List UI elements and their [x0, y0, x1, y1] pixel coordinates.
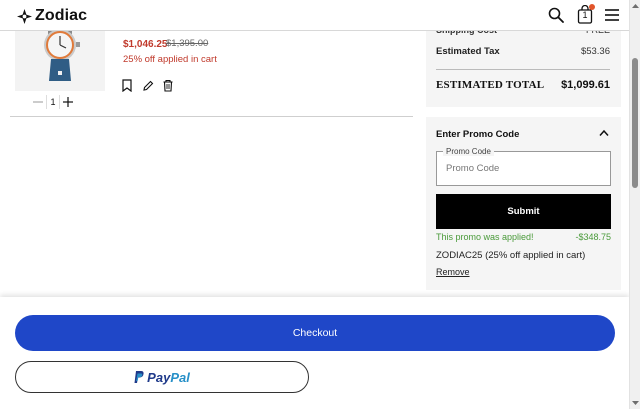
order-summary: Shipping Cost FREE Estimated Tax $53.36 …: [426, 25, 621, 107]
sale-price: $1,046.25: [123, 39, 168, 50]
brand-name: Zodiac: [35, 7, 88, 24]
quantity-value[interactable]: 1: [46, 95, 60, 109]
paypal-button[interactable]: PayPal: [15, 361, 309, 393]
summary-divider: [436, 69, 610, 70]
scrollbar-thumb[interactable]: [632, 58, 638, 188]
site-header: Zodiac 1: [0, 0, 629, 31]
total-value: $1,099.61: [561, 79, 610, 91]
paypal-text-pay: Pay: [147, 369, 171, 385]
scroll-down-arrow-icon[interactable]: [632, 400, 639, 406]
scroll-up-arrow-icon[interactable]: [632, 3, 639, 9]
paypal-logo: PayPal: [134, 370, 190, 385]
promo-code-input[interactable]: [446, 163, 596, 174]
bag-count-badge: 1: [582, 10, 588, 20]
plus-icon[interactable]: [60, 95, 76, 109]
original-price: $1,395.00: [166, 38, 209, 49]
search-icon[interactable]: [548, 7, 564, 23]
bookmark-icon[interactable]: [121, 79, 133, 92]
menu-icon[interactable]: [604, 7, 620, 23]
item-divider: [10, 116, 413, 117]
checkout-actions-bar: Checkout PayPal: [0, 297, 629, 409]
tax-label: Estimated Tax: [436, 46, 500, 57]
product-image[interactable]: [15, 31, 105, 91]
promo-applied-row: This promo was applied! -$348.75: [436, 232, 611, 242]
checkout-button[interactable]: Checkout: [15, 315, 615, 351]
chevron-up-icon[interactable]: [599, 129, 609, 137]
quantity-stepper: 1: [30, 95, 76, 109]
page-scrollbar[interactable]: [629, 0, 640, 409]
bag-notification-dot: [589, 4, 595, 10]
promo-applied-note: 25% off applied in cart: [123, 54, 217, 65]
minus-icon[interactable]: [30, 95, 46, 109]
promo-applied-message: This promo was applied!: [436, 232, 534, 242]
tax-row: Estimated Tax $53.36: [436, 46, 610, 57]
promo-heading[interactable]: Enter Promo Code: [436, 129, 519, 140]
promo-code-description: ZODIAC25 (25% off applied in cart): [436, 250, 586, 261]
paypal-icon: [134, 370, 144, 383]
promo-code-field: Promo Code: [436, 147, 611, 186]
compass-logo-icon: [17, 8, 32, 24]
remove-promo-link[interactable]: Remove: [436, 267, 470, 277]
total-row: ESTIMATED TOTAL $1,099.61: [436, 79, 610, 91]
submit-button[interactable]: Submit: [436, 194, 611, 229]
promo-discount-amount: -$348.75: [575, 232, 611, 242]
trash-icon[interactable]: [162, 79, 174, 92]
pencil-icon[interactable]: [142, 79, 154, 92]
promo-field-label: Promo Code: [443, 147, 494, 156]
total-label: ESTIMATED TOTAL: [436, 79, 545, 91]
promo-code-panel: Enter Promo Code Promo Code Submit This …: [426, 117, 621, 290]
shopping-bag-icon[interactable]: 1: [577, 4, 595, 24]
paypal-text-pal: Pal: [170, 369, 190, 385]
zodiac-logo[interactable]: Zodiac: [17, 7, 87, 25]
tax-value: $53.36: [580, 46, 610, 57]
